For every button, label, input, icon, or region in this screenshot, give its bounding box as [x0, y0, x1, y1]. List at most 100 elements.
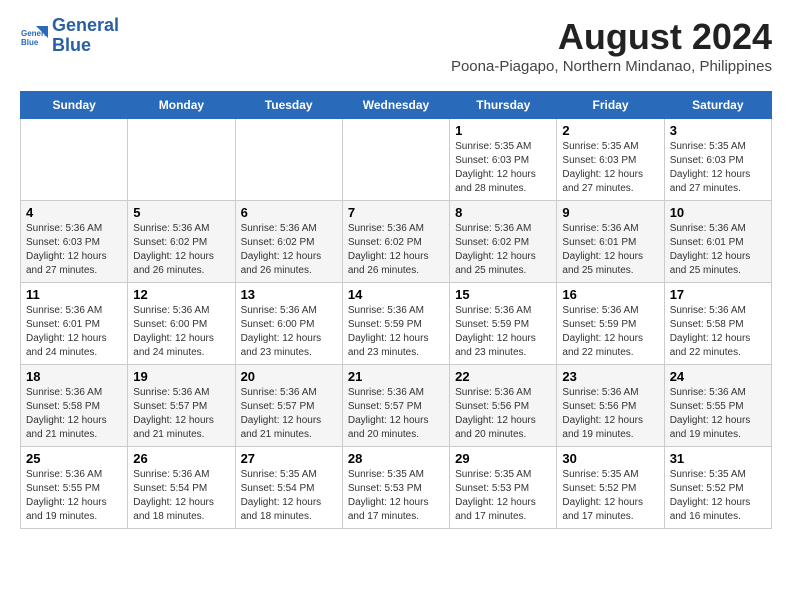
- calendar-cell: 28Sunrise: 5:35 AM Sunset: 5:53 PM Dayli…: [342, 447, 449, 529]
- cell-info: Sunrise: 5:36 AM Sunset: 5:57 PM Dayligh…: [133, 386, 229, 442]
- logo-line1: General: [52, 16, 119, 36]
- cell-info: Sunrise: 5:36 AM Sunset: 6:01 PM Dayligh…: [670, 222, 766, 278]
- calendar-cell: 5 Sunrise: 5:36 AM Sunset: 6:02 PM Daylig…: [128, 201, 235, 283]
- calendar-cell: 3 Sunrise: 5:35 AM Sunset: 6:03 PM Daylig…: [664, 119, 771, 201]
- logo-line2: Blue: [52, 36, 119, 56]
- day-number: 23: [562, 369, 658, 384]
- cell-info: Sunrise: 5:36 AM Sunset: 6:00 PM Dayligh…: [133, 304, 229, 360]
- cell-info: Sunrise: 5:36 AM Sunset: 5:59 PM Dayligh…: [348, 304, 444, 360]
- calendar-cell: 26Sunrise: 5:36 AM Sunset: 5:54 PM Dayli…: [128, 447, 235, 529]
- cell-info: Sunrise: 5:36 AM Sunset: 5:57 PM Dayligh…: [241, 386, 337, 442]
- calendar-cell: 21 Sunrise: 5:36 AM Sunset: 5:57 PM Dayli…: [342, 365, 449, 447]
- calendar-cell: 29 Sunrise: 5:35 AM Sunset: 5:53 PM Dayli…: [450, 447, 557, 529]
- day-number: 5: [133, 205, 229, 220]
- day-of-week-header: Sunday: [21, 92, 128, 119]
- day-number: 25: [26, 451, 122, 466]
- cell-info: Sunrise: 5:36 AM Sunset: 6:02 PM Dayligh…: [133, 222, 229, 278]
- calendar-cell: 20 Sunrise: 5:36 AM Sunset: 5:57 PM Dayli…: [235, 365, 342, 447]
- svg-text:General: General: [21, 29, 48, 38]
- calendar-cell: 7 Sunrise: 5:36 AM Sunset: 6:02 PM Daylig…: [342, 201, 449, 283]
- cell-info: Sunrise: 5:36 AM Sunset: 5:58 PM Dayligh…: [26, 386, 122, 442]
- calendar-cell: 31Sunrise: 5:35 AM Sunset: 5:52 PM Dayli…: [664, 447, 771, 529]
- calendar-cell: 19 Sunrise: 5:36 AM Sunset: 5:57 PM Dayli…: [128, 365, 235, 447]
- title-section: August 2024 Poona-Piagapo, Northern Mind…: [451, 16, 772, 83]
- calendar-cell: 27 Sunrise: 5:35 AM Sunset: 5:54 PM Dayli…: [235, 447, 342, 529]
- calendar-cell: 4 Sunrise: 5:36 AM Sunset: 6:03 PM Daylig…: [21, 201, 128, 283]
- calendar-cell: 6Sunrise: 5:36 AM Sunset: 6:02 PM Daylig…: [235, 201, 342, 283]
- location: Poona-Piagapo, Northern Mindanao, Philip…: [451, 58, 772, 75]
- day-of-week-header: Saturday: [664, 92, 771, 119]
- cell-info: Sunrise: 5:35 AM Sunset: 5:53 PM Dayligh…: [455, 468, 551, 524]
- cell-info: Sunrise: 5:36 AM Sunset: 5:59 PM Dayligh…: [455, 304, 551, 360]
- day-number: 30: [562, 451, 658, 466]
- day-number: 14: [348, 287, 444, 302]
- day-number: 3: [670, 123, 766, 138]
- day-number: 22: [455, 369, 551, 384]
- svg-text:Blue: Blue: [21, 38, 39, 47]
- cell-info: Sunrise: 5:36 AM Sunset: 5:57 PM Dayligh…: [348, 386, 444, 442]
- cell-info: Sunrise: 5:36 AM Sunset: 5:56 PM Dayligh…: [562, 386, 658, 442]
- day-of-week-header: Friday: [557, 92, 664, 119]
- day-number: 28: [348, 451, 444, 466]
- calendar-cell: 16Sunrise: 5:36 AM Sunset: 5:59 PM Dayli…: [557, 283, 664, 365]
- calendar-cell: 14 Sunrise: 5:36 AM Sunset: 5:59 PM Dayli…: [342, 283, 449, 365]
- day-number: 19: [133, 369, 229, 384]
- cell-info: Sunrise: 5:36 AM Sunset: 5:58 PM Dayligh…: [670, 304, 766, 360]
- cell-info: Sunrise: 5:35 AM Sunset: 6:03 PM Dayligh…: [455, 140, 551, 196]
- calendar-cell: 8 Sunrise: 5:36 AM Sunset: 6:02 PM Daylig…: [450, 201, 557, 283]
- cell-info: Sunrise: 5:36 AM Sunset: 5:54 PM Dayligh…: [133, 468, 229, 524]
- cell-info: Sunrise: 5:36 AM Sunset: 6:02 PM Dayligh…: [348, 222, 444, 278]
- day-number: 2: [562, 123, 658, 138]
- day-number: 6: [241, 205, 337, 220]
- calendar-week-row: 25Sunrise: 5:36 AM Sunset: 5:55 PM Dayli…: [21, 447, 772, 529]
- day-number: 20: [241, 369, 337, 384]
- calendar-cell: 18 Sunrise: 5:36 AM Sunset: 5:58 PM Dayli…: [21, 365, 128, 447]
- calendar-week-row: 1Sunrise: 5:35 AM Sunset: 6:03 PM Daylig…: [21, 119, 772, 201]
- calendar-cell: 12 Sunrise: 5:36 AM Sunset: 6:00 PM Dayli…: [128, 283, 235, 365]
- cell-info: Sunrise: 5:36 AM Sunset: 6:02 PM Dayligh…: [455, 222, 551, 278]
- cell-info: Sunrise: 5:36 AM Sunset: 6:00 PM Dayligh…: [241, 304, 337, 360]
- calendar-cell: 25Sunrise: 5:36 AM Sunset: 5:55 PM Dayli…: [21, 447, 128, 529]
- day-number: 27: [241, 451, 337, 466]
- day-of-week-header: Thursday: [450, 92, 557, 119]
- day-number: 13: [241, 287, 337, 302]
- day-number: 12: [133, 287, 229, 302]
- day-number: 17: [670, 287, 766, 302]
- day-number: 7: [348, 205, 444, 220]
- cell-info: Sunrise: 5:35 AM Sunset: 5:54 PM Dayligh…: [241, 468, 337, 524]
- calendar-cell: 22 Sunrise: 5:36 AM Sunset: 5:56 PM Dayli…: [450, 365, 557, 447]
- day-number: 8: [455, 205, 551, 220]
- cell-info: Sunrise: 5:35 AM Sunset: 6:03 PM Dayligh…: [562, 140, 658, 196]
- calendar-cell: 1Sunrise: 5:35 AM Sunset: 6:03 PM Daylig…: [450, 119, 557, 201]
- calendar-cell: 9Sunrise: 5:36 AM Sunset: 6:01 PM Daylig…: [557, 201, 664, 283]
- cell-info: Sunrise: 5:35 AM Sunset: 5:52 PM Dayligh…: [670, 468, 766, 524]
- day-number: 4: [26, 205, 122, 220]
- cell-info: Sunrise: 5:36 AM Sunset: 5:55 PM Dayligh…: [670, 386, 766, 442]
- calendar-cell: 15 Sunrise: 5:36 AM Sunset: 5:59 PM Dayli…: [450, 283, 557, 365]
- day-number: 11: [26, 287, 122, 302]
- day-number: 21: [348, 369, 444, 384]
- cell-info: Sunrise: 5:36 AM Sunset: 6:01 PM Dayligh…: [26, 304, 122, 360]
- day-number: 16: [562, 287, 658, 302]
- cell-info: Sunrise: 5:35 AM Sunset: 5:52 PM Dayligh…: [562, 468, 658, 524]
- day-number: 9: [562, 205, 658, 220]
- calendar-cell: 17 Sunrise: 5:36 AM Sunset: 5:58 PM Dayli…: [664, 283, 771, 365]
- day-number: 15: [455, 287, 551, 302]
- logo-icon: General Blue: [20, 22, 48, 50]
- calendar-week-row: 18 Sunrise: 5:36 AM Sunset: 5:58 PM Dayli…: [21, 365, 772, 447]
- calendar-cell: [235, 119, 342, 201]
- day-number: 24: [670, 369, 766, 384]
- cell-info: Sunrise: 5:36 AM Sunset: 5:56 PM Dayligh…: [455, 386, 551, 442]
- calendar-body: 1Sunrise: 5:35 AM Sunset: 6:03 PM Daylig…: [21, 119, 772, 529]
- calendar-cell: 10Sunrise: 5:36 AM Sunset: 6:01 PM Dayli…: [664, 201, 771, 283]
- day-number: 29: [455, 451, 551, 466]
- calendar-cell: 11 Sunrise: 5:36 AM Sunset: 6:01 PM Dayli…: [21, 283, 128, 365]
- day-number: 18: [26, 369, 122, 384]
- calendar-cell: [342, 119, 449, 201]
- calendar-cell: 23 Sunrise: 5:36 AM Sunset: 5:56 PM Dayli…: [557, 365, 664, 447]
- calendar-cell: 30 Sunrise: 5:35 AM Sunset: 5:52 PM Dayli…: [557, 447, 664, 529]
- cell-info: Sunrise: 5:35 AM Sunset: 6:03 PM Dayligh…: [670, 140, 766, 196]
- cell-info: Sunrise: 5:36 AM Sunset: 6:03 PM Dayligh…: [26, 222, 122, 278]
- calendar-week-row: 11 Sunrise: 5:36 AM Sunset: 6:01 PM Dayli…: [21, 283, 772, 365]
- day-of-week-header: Monday: [128, 92, 235, 119]
